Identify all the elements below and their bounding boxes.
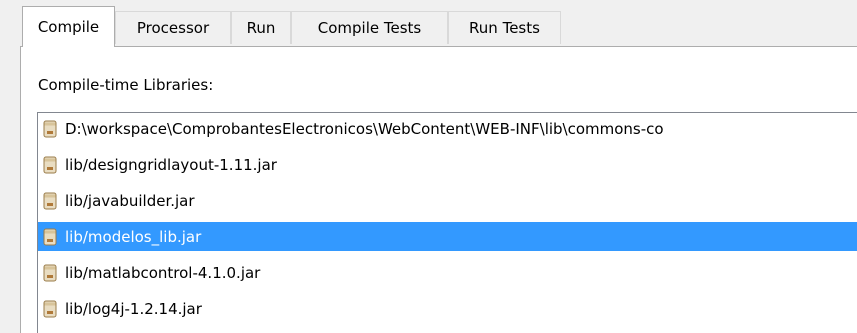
library-row[interactable]: lib/designgridlayout-1.11.jar: [38, 150, 857, 179]
tab-processor-label: Processor: [136, 19, 210, 37]
library-row[interactable]: lib/log4j-1.2.14.jar: [38, 294, 857, 323]
library-row[interactable]: lib/javabuilder.jar: [38, 186, 857, 215]
tab-run-tests[interactable]: Run Tests: [448, 11, 561, 44]
tab-compile-label: Compile: [37, 18, 100, 36]
jar-icon: [43, 300, 57, 317]
tab-compile-tests[interactable]: Compile Tests: [291, 11, 448, 44]
compile-time-libraries-label: Compile-time Libraries:: [38, 76, 214, 94]
tab-processor[interactable]: Processor: [115, 11, 231, 44]
jar-icon: [43, 120, 57, 137]
library-path: lib/javabuilder.jar: [65, 191, 195, 210]
library-path: lib/matlabcontrol-4.1.0.jar: [65, 263, 261, 282]
jar-icon: [43, 192, 57, 209]
library-path: lib/designgridlayout-1.11.jar: [65, 155, 277, 174]
library-path: D:\workspace\ComprobantesElectronicos\We…: [65, 119, 664, 138]
tab-compile-tests-label: Compile Tests: [317, 19, 422, 37]
tab-run-tests-label: Run Tests: [469, 19, 540, 37]
tab-compile[interactable]: Compile: [22, 6, 115, 47]
jar-icon: [43, 228, 57, 245]
library-row[interactable]: D:\workspace\ComprobantesElectronicos\We…: [38, 114, 857, 143]
library-row[interactable]: lib/matlabcontrol-4.1.0.jar: [38, 258, 857, 287]
library-path: lib/modelos_lib.jar: [65, 227, 202, 246]
library-path: lib/log4j-1.2.14.jar: [65, 299, 202, 318]
libraries-list[interactable]: D:\workspace\ComprobantesElectronicos\We…: [37, 112, 857, 333]
jar-icon: [43, 264, 57, 281]
tab-bar: Compile Processor Run Compile Tests Run …: [0, 0, 857, 47]
library-row-selected[interactable]: lib/modelos_lib.jar: [38, 222, 857, 251]
tab-run-label: Run: [246, 19, 276, 37]
jar-icon: [43, 156, 57, 173]
tab-run[interactable]: Run: [231, 11, 291, 44]
